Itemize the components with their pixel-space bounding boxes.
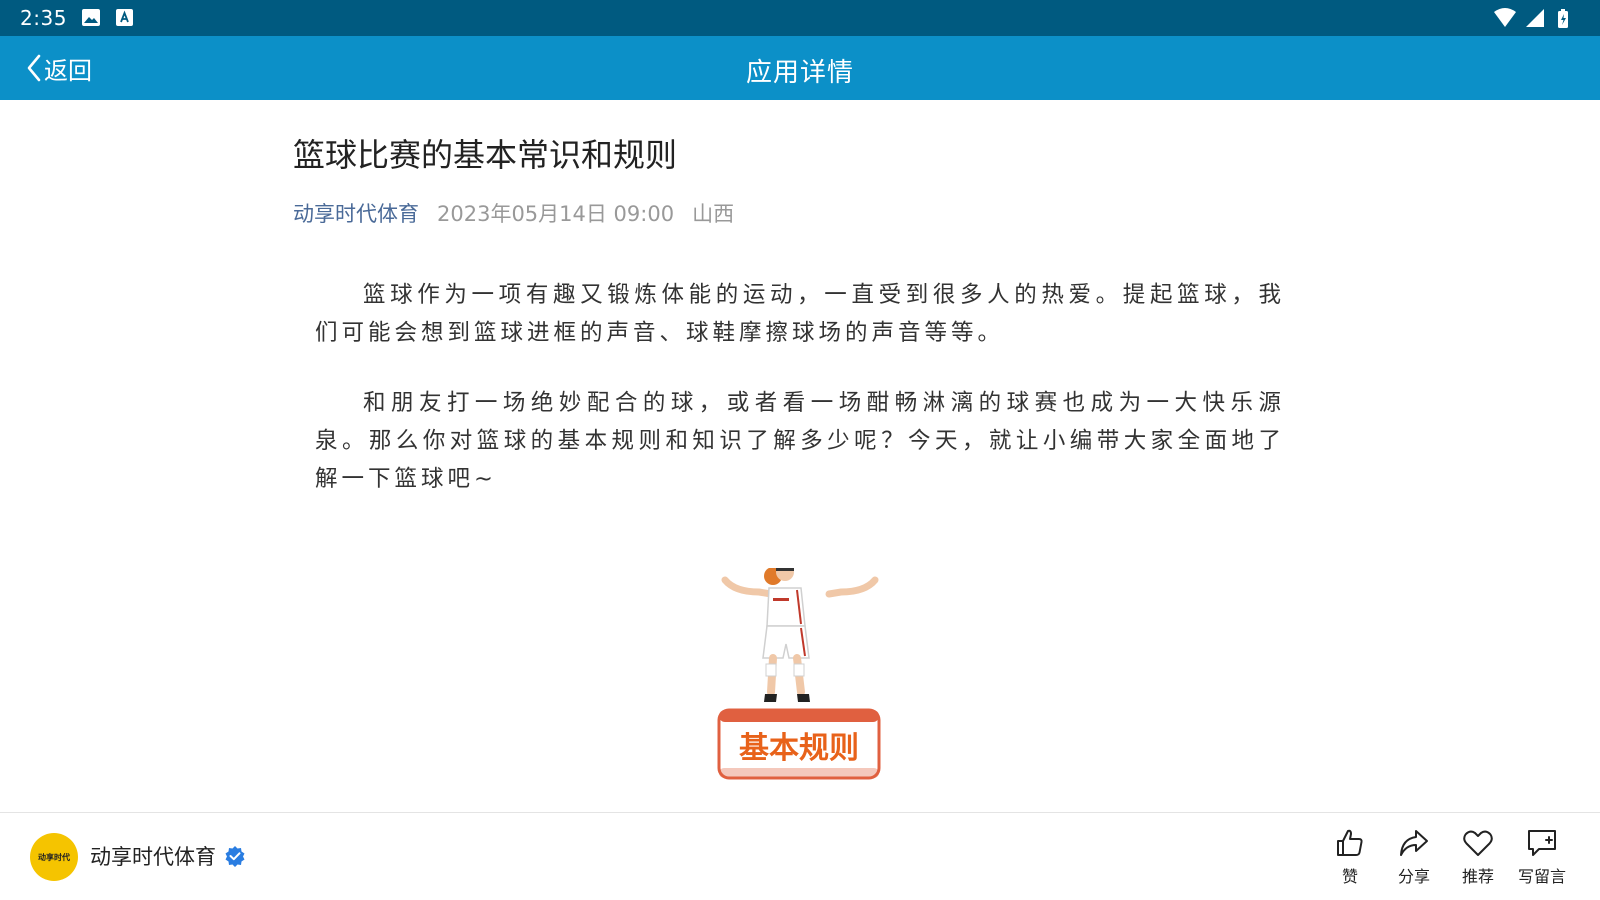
comment-add-icon: [1528, 830, 1556, 856]
like-button[interactable]: 赞: [1318, 827, 1382, 887]
player-figure: 基本规则: [717, 563, 881, 780]
recommend-label: 推荐: [1461, 867, 1494, 886]
heart-icon: [1463, 830, 1493, 856]
write-comment-button[interactable]: 写留言: [1510, 827, 1574, 887]
comment-label: 写留言: [1517, 867, 1566, 886]
author-action-bar: 动享时代 动享时代体育 赞 分享 推荐 写留言: [0, 813, 1600, 900]
article-paragraph: 和朋友打一场绝妙配合的球，或者看一场酣畅淋漓的球赛也成为一大快乐源泉。那么你对篮…: [315, 390, 1285, 492]
verified-icon: [225, 846, 245, 867]
signal-icon: [1526, 9, 1544, 27]
image-icon: [82, 9, 100, 26]
recommend-button[interactable]: 推荐: [1446, 827, 1510, 887]
article-location: 山西: [692, 202, 735, 226]
avatar-text: 动享时代: [38, 852, 70, 862]
article-title: 篮球比赛的基本常识和规则: [293, 136, 678, 174]
battery-icon: [1558, 9, 1568, 28]
status-time: 2:35: [20, 6, 67, 30]
system-status-icons: [1494, 8, 1568, 28]
app-bar: 返回 应用详情: [0, 36, 1600, 100]
article-meta: 动享时代体育 2023年05月14日 09:00 山西: [293, 198, 734, 228]
article-date: 2023年05月14日 09:00: [437, 202, 675, 226]
author-name[interactable]: 动享时代体育: [90, 841, 216, 871]
article-source-link[interactable]: 动享时代体育: [293, 198, 419, 228]
share-button[interactable]: 分享: [1382, 827, 1446, 887]
article-paragraph: 篮球作为一项有趣又锻炼体能的运动，一直受到很多人的热爱。提起篮球，我们可能会想到…: [315, 282, 1285, 346]
avatar[interactable]: 动享时代: [30, 833, 78, 881]
illustration-label: 基本规则: [739, 731, 859, 766]
like-label: 赞: [1341, 867, 1358, 886]
status-bar: 2:35: [0, 0, 1600, 36]
page-title: 应用详情: [745, 58, 854, 88]
share-label: 分享: [1397, 867, 1430, 886]
wifi-icon: [1494, 8, 1516, 27]
a-badge-icon: [116, 9, 133, 26]
basketball-player-illustration: 基本规则: [715, 563, 885, 786]
share-arrow-icon: [1400, 830, 1428, 856]
thumbs-up-icon: [1337, 829, 1363, 856]
